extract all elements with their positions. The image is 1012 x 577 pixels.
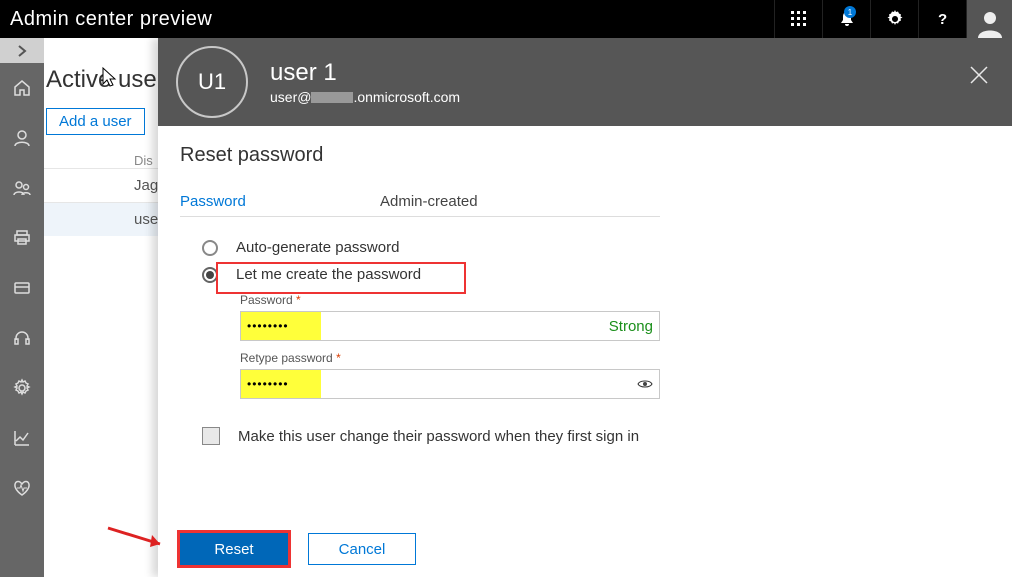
retype-password-input[interactable]: •••••••• <box>240 369 660 399</box>
left-nav-rail <box>0 38 44 577</box>
user-email: user@ .onmicrosoft.com <box>270 89 460 105</box>
radio-icon[interactable] <box>202 267 218 283</box>
retype-field-label: Retype password * <box>240 351 990 365</box>
password-key-link[interactable]: Password <box>180 193 380 210</box>
radio-icon[interactable] <box>202 240 218 256</box>
nav-collapse-button[interactable] <box>0 38 44 63</box>
radio-manual-create[interactable]: Let me create the password <box>202 266 990 283</box>
svg-text:?: ? <box>938 11 947 28</box>
password-field-label: Password * <box>240 293 990 307</box>
radio-auto-generate[interactable]: Auto-generate password <box>202 239 990 256</box>
password-mask: •••••••• <box>241 370 321 398</box>
home-icon[interactable] <box>0 63 44 113</box>
topbar: Admin center preview 1 ? <box>0 0 1012 38</box>
panel-heading: Reset password <box>180 144 990 167</box>
avatar-icon[interactable] <box>966 0 1012 38</box>
groups-icon[interactable] <box>0 163 44 213</box>
cancel-button[interactable]: Cancel <box>308 533 416 565</box>
user-initials-avatar: U1 <box>176 46 248 118</box>
email-redaction <box>311 92 353 103</box>
reset-password-panel: U1 user 1 user@ .onmicrosoft.com Reset pa… <box>158 38 1012 577</box>
password-input[interactable]: •••••••• Strong <box>240 311 660 341</box>
password-mask: •••••••• <box>241 312 321 340</box>
health-icon[interactable] <box>0 463 44 513</box>
panel-body: Reset password Password Admin-created Au… <box>158 126 1012 577</box>
topbar-icons: 1 ? <box>774 0 1012 38</box>
app-title: Admin center preview <box>0 8 212 31</box>
user-email-right: .onmicrosoft.com <box>353 89 460 105</box>
password-summary-row: Password Admin-created <box>180 193 660 217</box>
waffle-icon[interactable] <box>774 0 822 38</box>
radio-label: Let me create the password <box>236 266 421 283</box>
gear-icon[interactable] <box>870 0 918 38</box>
close-icon[interactable] <box>968 64 990 91</box>
strength-indicator: Strong <box>609 318 659 335</box>
force-change-checkbox-row[interactable]: Make this user change their password whe… <box>202 427 990 445</box>
checkbox-label: Make this user change their password whe… <box>238 428 639 445</box>
help-icon[interactable]: ? <box>918 0 966 38</box>
radio-label: Auto-generate password <box>236 239 399 256</box>
notification-badge: 1 <box>844 6 856 18</box>
checkbox-icon[interactable] <box>202 427 220 445</box>
reset-button[interactable]: Reset <box>180 533 288 565</box>
add-user-button[interactable]: Add a user <box>46 108 145 135</box>
password-value: Admin-created <box>380 193 478 210</box>
chart-icon[interactable] <box>0 413 44 463</box>
printer-icon[interactable] <box>0 213 44 263</box>
panel-header: U1 user 1 user@ .onmicrosoft.com <box>158 38 1012 126</box>
headset-icon[interactable] <box>0 313 44 363</box>
retype-password-field[interactable] <box>321 377 659 392</box>
bell-icon[interactable]: 1 <box>822 0 870 38</box>
action-buttons: Reset Cancel <box>180 533 416 565</box>
settings-cog-icon[interactable] <box>0 363 44 413</box>
user-display-name: user 1 <box>270 59 460 87</box>
card-icon[interactable] <box>0 263 44 313</box>
password-field[interactable] <box>321 319 609 334</box>
reveal-password-icon[interactable] <box>637 376 653 397</box>
user-icon[interactable] <box>0 113 44 163</box>
user-email-left: user@ <box>270 89 311 105</box>
